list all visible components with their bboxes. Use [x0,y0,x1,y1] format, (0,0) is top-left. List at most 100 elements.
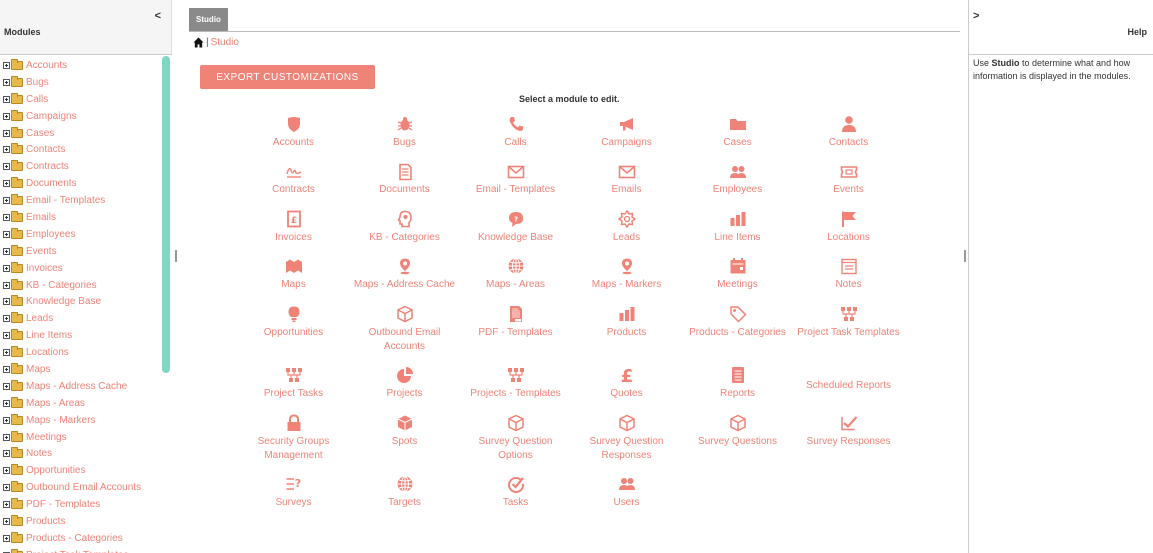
right-splitter-handle[interactable] [964,250,966,262]
tree-item-label[interactable]: Line Items [26,330,72,341]
module-label[interactable]: Survey Responses [793,435,904,449]
expand-icon[interactable] [3,213,10,221]
export-customizations-button[interactable]: EXPORT CUSTOMIZATIONS [200,65,375,89]
module-label[interactable]: Meetings [682,278,793,292]
tree-item[interactable]: PDF - Templates [0,496,172,513]
expand-icon[interactable] [3,399,10,407]
module-scheduled-reports[interactable]: Scheduled Reports [793,378,904,393]
module-label[interactable]: Targets [349,496,460,510]
map-icon[interactable] [285,257,303,275]
module-label[interactable]: PDF - Templates [460,326,571,340]
module-label[interactable]: Quotes [571,387,682,401]
module-label[interactable]: Calls [460,136,571,150]
cube-icon[interactable] [396,305,414,323]
module-label[interactable]: Line Items [682,231,793,245]
module-maps[interactable]: Maps [238,257,349,292]
tree-item[interactable]: Maps [0,361,172,378]
module-knowledge-base[interactable]: ? Knowledge Base [460,210,571,245]
tree-item[interactable]: Employees [0,226,172,243]
expand-icon[interactable] [3,382,10,390]
module-label-line2[interactable]: Accounts [349,340,460,354]
calendar-icon[interactable] [729,257,747,275]
module-label[interactable]: Invoices [238,231,349,245]
module-tasks[interactable]: Tasks [460,475,571,510]
lightbulb-icon[interactable] [285,305,303,323]
tree-item-label[interactable]: Products - Categories [26,533,123,544]
tree-item-label[interactable]: Contracts [26,161,69,172]
tree-item-label[interactable]: Cases [26,128,54,139]
module-documents[interactable]: Documents [349,163,460,197]
speech-bubble-icon[interactable]: ? [507,210,525,228]
checkmark-icon[interactable] [840,414,858,432]
shield-icon[interactable] [285,115,303,133]
check-circle-icon[interactable] [507,475,525,493]
module-label[interactable]: Contracts [238,183,349,197]
module-label[interactable]: Contacts [793,136,904,150]
expand-icon[interactable] [3,197,10,205]
phone-icon[interactable] [507,115,525,133]
module-notes[interactable]: Notes [793,257,904,292]
cube-icon[interactable] [729,414,747,432]
expand-icon[interactable] [3,517,10,525]
expand-icon[interactable] [3,332,10,340]
tree-scrollbar[interactable] [162,55,170,553]
module-targets[interactable]: Targets [349,475,460,510]
tree-item-label[interactable]: Events [26,246,57,257]
tree-item-label[interactable]: Email - Templates [26,195,105,206]
star-badge-icon[interactable] [617,210,636,228]
tree-item[interactable]: Emails [0,209,172,226]
tree-item-label[interactable]: Leads [26,313,53,324]
tree-item-label[interactable]: Maps - Markers [26,415,95,426]
module-label-line2[interactable]: Management [238,449,349,463]
module-bugs[interactable]: Bugs [349,115,460,150]
hierarchy-icon[interactable] [840,305,858,323]
home-icon[interactable] [193,37,204,48]
tree-item-label[interactable]: Products [26,516,65,527]
notepad-icon[interactable] [840,257,858,275]
expand-icon[interactable] [3,129,10,137]
module-cases[interactable]: Cases [682,115,793,150]
tree-item[interactable]: Outbound Email Accounts [0,479,172,496]
envelope-icon[interactable] [507,163,525,181]
module-survey-question[interactable]: Survey Question Options [460,414,571,463]
module-label[interactable]: Project Tasks [238,387,349,401]
head-icon[interactable] [396,210,414,228]
expand-icon[interactable] [3,433,10,441]
breadcrumb-link-studio[interactable]: Studio [211,37,239,48]
module-locations[interactable]: Locations [793,210,904,245]
expand-icon[interactable] [3,264,10,272]
tree-item[interactable]: Calls [0,91,172,108]
module-outbound-email[interactable]: Outbound Email Accounts [349,305,460,354]
hierarchy-icon[interactable] [285,366,303,384]
ticket-icon[interactable] [840,163,858,181]
bars-icon[interactable] [729,210,747,228]
collapse-left-panel-button[interactable]: < [155,10,161,22]
module-projects[interactable]: Projects [349,366,460,401]
expand-icon[interactable] [3,467,10,475]
module-label[interactable]: Outbound Email [349,326,460,340]
module-label[interactable]: Maps - Areas [460,278,571,292]
module-survey-responses[interactable]: Survey Responses [793,414,904,449]
module-label[interactable]: Users [571,496,682,510]
module-label[interactable]: Opportunities [238,326,349,340]
tree-item-label[interactable]: Outbound Email Accounts [26,482,141,493]
module-invoices[interactable]: £ Invoices [238,210,349,245]
tree-item[interactable]: Meetings [0,429,172,446]
tree-item[interactable]: KB - Categories [0,277,172,294]
module-maps-areas[interactable]: Maps - Areas [460,257,571,292]
module-label[interactable]: Employees [682,183,793,197]
bug-icon[interactable] [396,115,414,133]
module-label[interactable]: Notes [793,278,904,292]
module-label[interactable]: Documents [349,183,460,197]
module-label[interactable]: Locations [793,231,904,245]
tree-item-label[interactable]: Calls [26,94,48,105]
hierarchy-icon[interactable] [507,366,525,384]
tree-item-label[interactable]: Invoices [26,263,63,274]
module-label[interactable]: Tasks [460,496,571,510]
module-label[interactable]: Surveys [238,496,349,510]
module-label[interactable]: Survey Questions [682,435,793,449]
module-label[interactable]: Scheduled Reports [793,379,904,393]
expand-icon[interactable] [3,349,10,357]
module-emails[interactable]: Emails [571,163,682,197]
tab-studio[interactable]: Studio [189,8,228,31]
